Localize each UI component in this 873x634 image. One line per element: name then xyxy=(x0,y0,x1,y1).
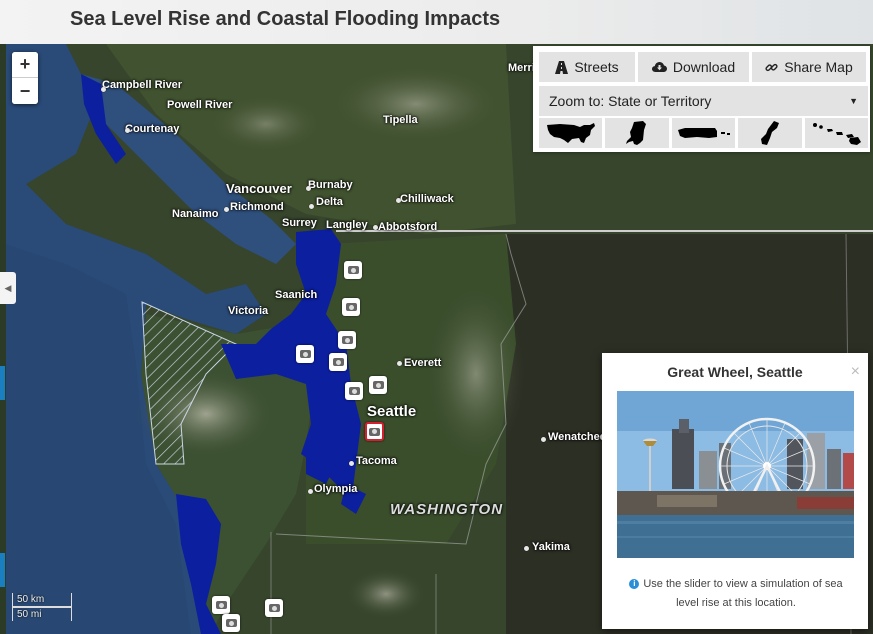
city-dot xyxy=(349,461,354,466)
photo-marker[interactable] xyxy=(265,599,283,617)
caret-down-icon: ▼ xyxy=(849,96,858,106)
label-tacoma: Tacoma xyxy=(356,455,397,467)
city-dot xyxy=(306,186,311,191)
city-dot xyxy=(308,489,313,494)
photo-marker[interactable] xyxy=(296,345,314,363)
label-vancouver: Vancouver xyxy=(226,181,292,196)
label-delta: Delta xyxy=(316,196,343,208)
zoom-us-mainland-button[interactable] xyxy=(539,118,603,148)
header: Sea Level Rise and Coastal Flooding Impa… xyxy=(0,0,873,44)
city-dot xyxy=(396,198,401,203)
label-burnaby: Burnaby xyxy=(308,179,353,191)
road-icon xyxy=(555,60,569,74)
page-title: Sea Level Rise and Coastal Flooding Impa… xyxy=(70,8,501,30)
city-dot xyxy=(309,204,314,209)
label-tipella: Tipella xyxy=(383,114,418,126)
label-surrey: Surrey xyxy=(282,217,317,229)
zoom-alaska-button[interactable] xyxy=(605,118,669,148)
label-powell-river: Powell River xyxy=(167,99,233,111)
puerto-rico-icon xyxy=(677,128,730,138)
zoom-out-button[interactable]: − xyxy=(12,78,38,104)
zoom-in-button[interactable]: + xyxy=(12,52,38,78)
label-campbell-river: Campbell River xyxy=(102,79,183,91)
photo-marker[interactable] xyxy=(212,596,230,614)
us-mainland-icon xyxy=(546,123,595,143)
city-dot xyxy=(373,225,378,230)
photo-marker[interactable] xyxy=(369,376,387,394)
location-popup: Great Wheel, Seattle × i Use the slider … xyxy=(602,353,868,629)
photo-marker[interactable] xyxy=(338,331,356,349)
city-dot xyxy=(541,437,546,442)
share-map-label: Share Map xyxy=(784,59,853,75)
streets-button[interactable]: Streets xyxy=(539,52,635,82)
photo-marker[interactable] xyxy=(342,298,360,316)
label-seattle: Seattle xyxy=(367,403,417,420)
label-abbotsford: Abbotsford xyxy=(378,221,438,233)
close-icon[interactable]: × xyxy=(851,363,860,381)
label-saanich: Saanich xyxy=(275,289,318,301)
alaska-icon xyxy=(626,121,647,145)
territory-shortcuts xyxy=(539,118,869,148)
popup-title: Great Wheel, Seattle xyxy=(667,364,803,380)
label-chilliwack: Chilliwack xyxy=(400,193,454,205)
label-nanaimo: Nanaimo xyxy=(172,208,219,220)
download-button[interactable]: Download xyxy=(638,52,749,82)
map-scale: 50 km 50 mi xyxy=(12,593,72,621)
map-toolbar: Streets Download Share Map Zoom to: Stat… xyxy=(533,46,870,152)
photo-marker[interactable] xyxy=(222,614,240,632)
sidebar-toggle[interactable]: ◀ xyxy=(0,272,16,304)
link-icon xyxy=(765,63,778,71)
zoom-hawaii-button[interactable] xyxy=(804,118,869,148)
zoom-to-select[interactable]: Zoom to: State or Territory ▼ xyxy=(539,86,868,116)
zoom-to-label: Zoom to: State or Territory xyxy=(549,93,712,109)
guam-icon xyxy=(760,121,779,145)
scale-mi: 50 mi xyxy=(12,607,72,621)
city-dot xyxy=(101,87,106,92)
city-dot xyxy=(524,546,529,551)
side-panel-edge[interactable] xyxy=(0,553,5,587)
side-panel-edge[interactable] xyxy=(0,366,5,400)
label-richmond: Richmond xyxy=(230,201,284,213)
city-dot xyxy=(224,207,229,212)
photo-marker[interactable] xyxy=(329,353,347,371)
label-everett: Everett xyxy=(404,357,442,369)
popup-caption-text: Use the slider to view a simulation of s… xyxy=(643,578,843,609)
city-dot xyxy=(125,128,130,133)
label-wenatchee: Wenatchee xyxy=(548,431,606,443)
info-icon: i xyxy=(629,579,640,590)
photo-marker[interactable] xyxy=(345,382,363,400)
hawaii-icon xyxy=(813,123,862,145)
label-yakima: Yakima xyxy=(532,541,570,553)
zoom-control: + − xyxy=(12,52,38,104)
label-washington: WASHINGTON xyxy=(390,501,504,518)
share-map-button[interactable]: Share Map xyxy=(752,52,866,82)
download-label: Download xyxy=(672,59,736,75)
city-dot xyxy=(397,361,402,366)
zoom-guam-button[interactable] xyxy=(738,118,802,148)
label-langley: Langley xyxy=(326,219,368,231)
label-olympia: Olympia xyxy=(314,483,358,495)
label-courtenay: Courtenay xyxy=(125,123,180,135)
label-merritt: Merri xyxy=(508,62,535,74)
zoom-puerto-rico-button[interactable] xyxy=(671,118,736,148)
photo-marker-active[interactable] xyxy=(365,422,384,441)
label-victoria: Victoria xyxy=(228,305,269,317)
cloud-download-icon xyxy=(651,62,667,72)
chevron-left-icon: ◀ xyxy=(4,283,12,293)
photo-marker[interactable] xyxy=(344,261,362,279)
location-photo xyxy=(617,391,854,558)
scale-km: 50 km xyxy=(12,593,72,607)
streets-label: Streets xyxy=(574,59,619,75)
popup-caption: i Use the slider to view a simulation of … xyxy=(622,575,850,613)
